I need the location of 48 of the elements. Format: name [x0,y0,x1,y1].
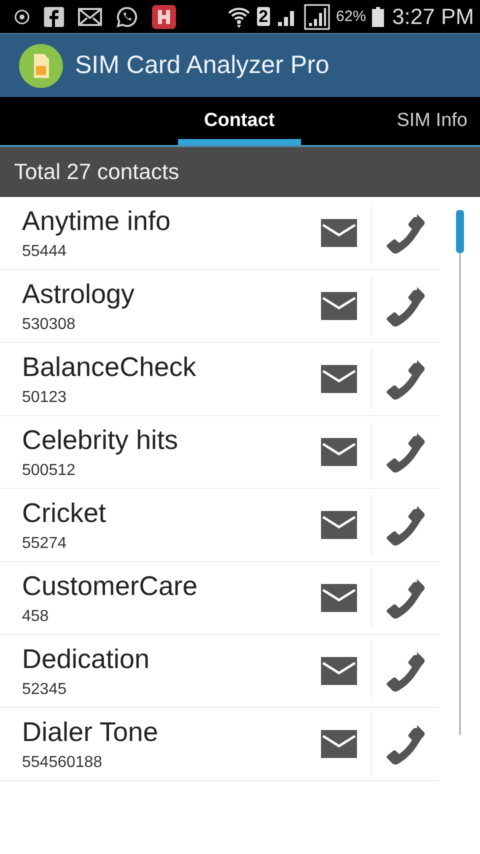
app-logo [19,44,63,88]
facebook-icon [44,6,64,26]
contact-name: Dedication [22,644,151,674]
battery-icon [372,6,384,26]
contact-name: CustomerCare [22,570,199,602]
contact-number: 554560188 [22,754,104,772]
mail-icon [78,8,102,26]
phone-icon[interactable] [386,504,426,546]
message-icon[interactable] [321,219,357,247]
tab[interactable]: SIM Info [370,97,472,145]
wifi-icon [226,4,251,28]
target-icon [14,8,30,24]
contact-number: 52345 [22,680,68,698]
clock: 3:27 PM [392,4,474,30]
contact-name: Dialer Tone [22,716,160,748]
message-icon[interactable] [321,292,357,320]
contact-count-header: Total 27 contacts [0,147,480,197]
app-title: SIM Card Analyzer Pro [75,51,330,80]
signal-icon [304,4,330,30]
phone-icon[interactable] [386,431,426,473]
contact-name: Astrology [22,278,136,310]
contact-name: BalanceCheck [22,352,198,382]
chat-bubble-icon [116,6,138,28]
message-icon[interactable] [321,657,357,685]
contact-number: 500512 [22,462,76,480]
phone-icon[interactable] [386,650,426,692]
contact-name: Cricket [22,498,108,528]
contact-number: 50123 [22,388,68,406]
contact-name: Anytime info [22,206,172,236]
phone-icon[interactable] [386,723,426,765]
phone-icon[interactable] [386,285,426,327]
message-icon[interactable] [321,438,357,466]
message-icon[interactable] [321,584,357,612]
phone-icon[interactable] [386,577,426,619]
phone-icon[interactable] [386,212,426,254]
phone-icon[interactable] [386,358,426,400]
battery-percentage: 62% [336,8,366,25]
contact-number: 458 [22,608,50,626]
message-icon[interactable] [321,511,357,539]
message-icon[interactable] [321,730,357,758]
contact-number: 55444 [22,242,68,260]
app-notification-icon [152,4,176,28]
sim-slot-indicator: 2 [256,7,270,26]
message-icon[interactable] [321,365,357,393]
contact-name: Celebrity hits [22,424,180,456]
contact-number: 55274 [22,534,68,552]
contact-number: 530308 [22,316,76,334]
scrollbar-thumb[interactable] [456,210,464,253]
